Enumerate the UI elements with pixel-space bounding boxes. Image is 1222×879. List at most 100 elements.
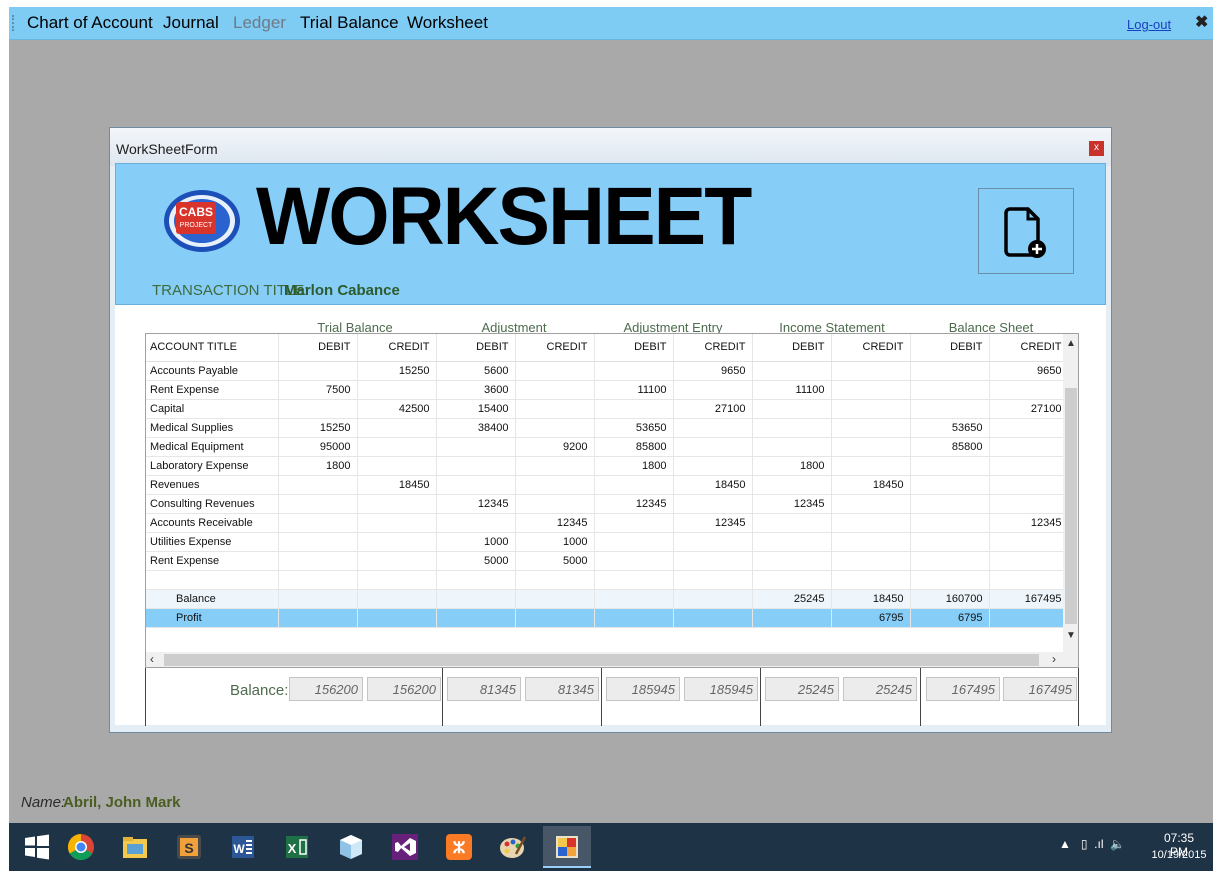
amount-cell[interactable]: 3600 xyxy=(436,380,516,400)
amount-cell[interactable]: 18450 xyxy=(357,475,437,495)
amount-cell[interactable] xyxy=(594,475,674,495)
amount-cell[interactable]: 15250 xyxy=(278,418,358,438)
amount-cell[interactable] xyxy=(278,399,358,419)
profit-row[interactable]: Profit 6795 6795 xyxy=(146,608,1069,628)
amount-cell[interactable] xyxy=(752,437,832,457)
table-row[interactable]: Rent Expense 5000 5000 xyxy=(146,551,1069,571)
amount-cell[interactable] xyxy=(357,570,437,590)
amount-cell[interactable] xyxy=(910,361,990,381)
column-header-account-title[interactable]: ACCOUNT TITLE xyxy=(146,334,279,362)
vertical-scrollbar[interactable]: ▲ ▼ xyxy=(1063,334,1078,652)
amount-cell[interactable]: 5000 xyxy=(515,551,595,571)
amount-cell[interactable] xyxy=(910,399,990,419)
amount-cell[interactable] xyxy=(910,456,990,476)
amount-cell[interactable]: 1800 xyxy=(278,456,358,476)
amount-cell[interactable] xyxy=(831,418,911,438)
amount-cell[interactable] xyxy=(278,532,358,552)
amount-cell[interactable] xyxy=(989,551,1069,571)
amount-cell[interactable] xyxy=(831,570,911,590)
amount-cell[interactable] xyxy=(910,380,990,400)
horizontal-scroll-thumb[interactable] xyxy=(164,654,1039,666)
amount-cell[interactable]: 9200 xyxy=(515,437,595,457)
amount-cell[interactable] xyxy=(673,437,753,457)
amount-cell[interactable]: 25245 xyxy=(752,589,832,609)
amount-cell[interactable] xyxy=(989,494,1069,514)
table-row[interactable]: Revenues 18450 18450 18450 xyxy=(146,475,1069,495)
chrome-taskbar-button[interactable] xyxy=(57,826,105,868)
table-row[interactable]: Accounts Payable 15250 5600 9650 9650 xyxy=(146,361,1069,381)
amount-cell[interactable] xyxy=(594,551,674,571)
account-title-cell[interactable]: Laboratory Expense xyxy=(146,456,279,476)
column-header-debit[interactable]: DEBIT xyxy=(752,334,832,362)
amount-cell[interactable] xyxy=(594,589,674,609)
amount-cell[interactable]: 1800 xyxy=(752,456,832,476)
amount-cell[interactable]: 27100 xyxy=(989,399,1069,419)
close-app-icon[interactable]: ✖ xyxy=(1195,12,1208,32)
amount-cell[interactable] xyxy=(831,551,911,571)
amount-cell[interactable]: 1000 xyxy=(436,532,516,552)
amount-cell[interactable] xyxy=(515,399,595,419)
xampp-taskbar-button[interactable]: ⵣ xyxy=(435,826,483,868)
amount-cell[interactable] xyxy=(436,456,516,476)
amount-cell[interactable] xyxy=(515,494,595,514)
amount-cell[interactable] xyxy=(594,399,674,419)
excel-taskbar-button[interactable]: X xyxy=(273,826,321,868)
amount-cell[interactable] xyxy=(278,570,358,590)
visual-studio-taskbar-button[interactable] xyxy=(381,826,429,868)
amount-cell[interactable] xyxy=(515,456,595,476)
table-row[interactable]: Accounts Receivable 12345 12345 12345 xyxy=(146,513,1069,533)
amount-cell[interactable]: 167495 xyxy=(989,589,1069,609)
amount-cell[interactable] xyxy=(752,361,832,381)
scroll-up-icon[interactable]: ▲ xyxy=(1066,338,1076,349)
amount-cell[interactable] xyxy=(831,456,911,476)
column-header-credit[interactable]: CREDIT xyxy=(515,334,595,362)
amount-cell[interactable] xyxy=(515,418,595,438)
amount-cell[interactable] xyxy=(357,532,437,552)
account-title-cell[interactable]: Balance xyxy=(146,589,279,609)
amount-cell[interactable]: 12345 xyxy=(515,513,595,533)
amount-cell[interactable] xyxy=(989,570,1069,590)
paint-taskbar-button[interactable] xyxy=(489,826,537,868)
amount-cell[interactable] xyxy=(989,475,1069,495)
amount-cell[interactable] xyxy=(515,589,595,609)
account-title-cell[interactable]: Rent Expense xyxy=(146,380,279,400)
amount-cell[interactable] xyxy=(278,608,358,628)
amount-cell[interactable] xyxy=(989,380,1069,400)
amount-cell[interactable] xyxy=(673,532,753,552)
amount-cell[interactable] xyxy=(278,551,358,571)
new-document-button[interactable] xyxy=(978,188,1074,274)
column-header-debit[interactable]: DEBIT xyxy=(436,334,516,362)
amount-cell[interactable]: 85800 xyxy=(910,437,990,457)
scroll-down-icon[interactable]: ▼ xyxy=(1066,630,1076,641)
word-taskbar-button[interactable]: W xyxy=(219,826,267,868)
amount-cell[interactable] xyxy=(673,418,753,438)
account-title-cell[interactable]: Accounts Receivable xyxy=(146,513,279,533)
amount-cell[interactable]: 7500 xyxy=(278,380,358,400)
amount-cell[interactable]: 18450 xyxy=(673,475,753,495)
amount-cell[interactable]: 9650 xyxy=(673,361,753,381)
amount-cell[interactable] xyxy=(673,456,753,476)
amount-cell[interactable] xyxy=(515,570,595,590)
amount-cell[interactable] xyxy=(752,475,832,495)
account-title-cell[interactable]: Capital xyxy=(146,399,279,419)
amount-cell[interactable]: 6795 xyxy=(910,608,990,628)
amount-cell[interactable] xyxy=(752,608,832,628)
account-title-cell[interactable] xyxy=(146,570,279,590)
amount-cell[interactable]: 15250 xyxy=(357,361,437,381)
horizontal-scrollbar[interactable]: ‹ › xyxy=(146,652,1078,667)
amount-cell[interactable] xyxy=(357,418,437,438)
amount-cell[interactable]: 12345 xyxy=(989,513,1069,533)
file-explorer-taskbar-button[interactable] xyxy=(111,826,159,868)
table-row[interactable]: Rent Expense 7500 3600 11100 11100 xyxy=(146,380,1069,400)
amount-cell[interactable]: 9650 xyxy=(989,361,1069,381)
amount-cell[interactable] xyxy=(436,513,516,533)
menu-worksheet[interactable]: Worksheet xyxy=(407,13,488,33)
amount-cell[interactable] xyxy=(910,551,990,571)
amount-cell[interactable] xyxy=(752,513,832,533)
amount-cell[interactable]: 38400 xyxy=(436,418,516,438)
amount-cell[interactable] xyxy=(831,361,911,381)
amount-cell[interactable] xyxy=(436,475,516,495)
amount-cell[interactable] xyxy=(989,418,1069,438)
amount-cell[interactable] xyxy=(831,380,911,400)
amount-cell[interactable] xyxy=(278,361,358,381)
